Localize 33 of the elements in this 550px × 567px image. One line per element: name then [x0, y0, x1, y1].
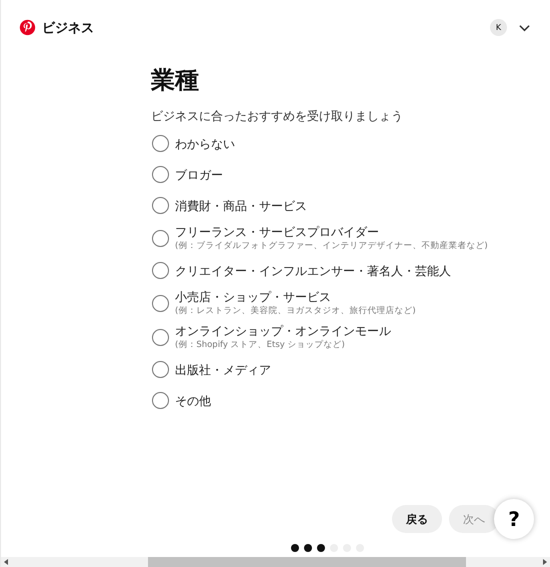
scroll-left-icon[interactable]: [4, 559, 8, 565]
help-button[interactable]: ?: [494, 499, 534, 539]
option-label[interactable]: ブロガー: [175, 166, 223, 182]
scrollbar-thumb[interactable]: [148, 557, 466, 567]
radio-button[interactable]: [152, 392, 169, 409]
option-hint: (例：ブライダルフォトグラファー、インテリアデザイナー、不動産業者など): [175, 240, 488, 252]
option-label[interactable]: フリーランス・サービスプロバイダー: [175, 224, 488, 240]
horizontal-scrollbar[interactable]: [1, 557, 550, 567]
radio-button[interactable]: [152, 262, 169, 279]
option-hint: (例：レストラン、美容院、ヨガスタジオ、旅行代理店など): [175, 305, 416, 317]
avatar[interactable]: K: [490, 19, 507, 36]
chevron-down-icon[interactable]: [519, 24, 530, 32]
radio-button[interactable]: [152, 328, 169, 346]
radio-button[interactable]: [152, 361, 169, 378]
option-label[interactable]: その他: [175, 392, 211, 408]
option-label[interactable]: 出版社・メディア: [175, 362, 271, 378]
radio-button[interactable]: [152, 230, 169, 246]
brand-name: ビジネス: [42, 20, 94, 36]
radio-button[interactable]: [152, 166, 169, 183]
option-hint: (例：Shopify ストア、Etsy ショップなど): [175, 339, 346, 351]
option-label[interactable]: クリエイター・インフルエンサー・著名人・芸能人: [175, 262, 451, 278]
subtitle: ビジネスに合ったおすすめを受け取りましょう: [151, 108, 404, 124]
radio-button[interactable]: [152, 197, 169, 214]
option-label[interactable]: わからない: [175, 136, 235, 152]
radio-button[interactable]: [152, 135, 169, 152]
option-label[interactable]: オンラインショップ・オンラインモール: [175, 323, 391, 339]
scroll-right-icon[interactable]: [543, 559, 547, 565]
page-title: 業種: [151, 65, 200, 96]
radio-button[interactable]: [152, 294, 169, 312]
option-label[interactable]: 消費財・商品・サービス: [175, 198, 307, 214]
option-label[interactable]: 小売店・ショップ・サービス: [175, 289, 416, 305]
back-button[interactable]: 戻る: [392, 505, 442, 533]
logo-icon: [19, 19, 36, 36]
